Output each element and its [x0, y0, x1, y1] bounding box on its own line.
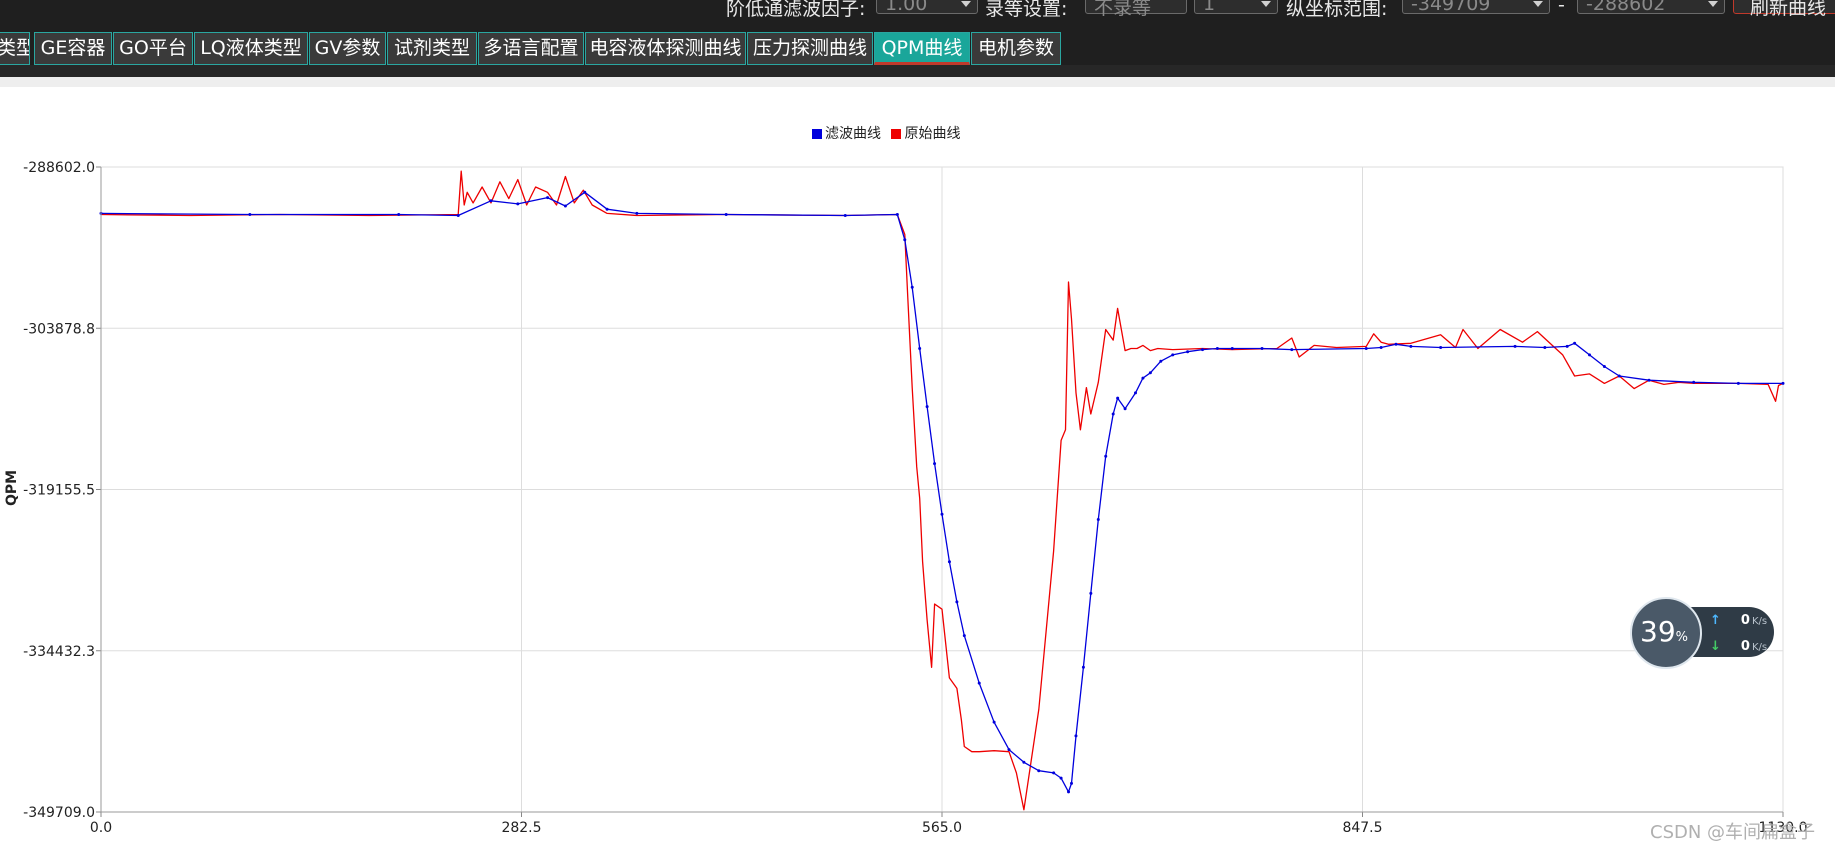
- y-tick-label: -334432.3: [23, 644, 95, 660]
- y-tick-label: -319155.5: [23, 483, 95, 499]
- y-tick-label: -303878.8: [23, 321, 95, 337]
- arrow-down-icon: ↓: [1710, 639, 1721, 654]
- data-point-filtered: [1260, 347, 1264, 351]
- download-speed: ↓ 0 K/s: [1710, 639, 1768, 654]
- network-speed-widget[interactable]: 39% ↑ 0 K/s ↓ 0 K/s: [1630, 597, 1780, 671]
- data-point-filtered: [955, 600, 959, 604]
- data-point-filtered: [1543, 345, 1547, 349]
- data-point-filtered: [1230, 347, 1234, 351]
- data-point-filtered: [563, 204, 567, 208]
- data-point-filtered: [1364, 347, 1368, 351]
- data-point-filtered: [1573, 341, 1577, 345]
- data-point-filtered: [1290, 348, 1294, 352]
- data-point-filtered: [1141, 376, 1145, 380]
- data-point-filtered: [1134, 391, 1138, 395]
- data-point-filtered: [1096, 518, 1100, 522]
- data-point-filtered: [516, 202, 520, 206]
- legend-swatch-raw: [891, 129, 902, 139]
- data-point-filtered: [1409, 344, 1413, 348]
- data-point-filtered: [546, 196, 550, 200]
- data-point-filtered: [635, 211, 639, 215]
- chart-ticks: 0.0 282.5 565.0 847.5 1130.0-288602.0-303878…: [23, 160, 1807, 836]
- data-point-filtered: [992, 720, 996, 724]
- data-point-filtered: [1052, 771, 1056, 775]
- data-point-filtered: [605, 207, 609, 211]
- arrow-up-icon: ↑: [1710, 613, 1721, 628]
- data-point-filtered: [583, 190, 587, 194]
- data-point-filtered: [962, 634, 966, 638]
- data-point-filtered: [1067, 790, 1071, 794]
- watermark: CSDN @车间扁盒子: [1650, 822, 1816, 843]
- y-tick-label: -349709.0: [23, 805, 95, 821]
- data-point-filtered: [1074, 734, 1078, 738]
- data-point-filtered: [1200, 348, 1204, 352]
- legend-item-filtered: 滤波曲线: [825, 126, 881, 142]
- data-point-filtered: [1186, 350, 1190, 354]
- data-point-filtered: [1617, 374, 1621, 378]
- data-point-filtered: [1602, 364, 1606, 368]
- data-point-filtered: [1215, 347, 1219, 351]
- data-point-filtered: [1089, 591, 1093, 595]
- data-point-filtered: [1104, 454, 1108, 458]
- data-point-filtered: [1587, 353, 1591, 357]
- data-point-filtered: [1159, 359, 1163, 363]
- data-point-filtered: [1081, 665, 1085, 669]
- upload-speed: ↑ 0 K/s: [1710, 613, 1768, 628]
- x-tick-label: 0.0: [90, 820, 112, 836]
- data-point-filtered: [1059, 776, 1063, 780]
- y-axis-label: QPM: [4, 469, 21, 507]
- data-point-filtered: [1736, 381, 1740, 385]
- legend-swatch-filtered: [812, 129, 822, 139]
- data-point-filtered: [1022, 760, 1026, 764]
- data-point-filtered: [1394, 342, 1398, 346]
- data-point-filtered: [925, 405, 929, 409]
- chart-legend: 滤波曲线 原始曲线: [812, 123, 960, 143]
- data-point-filtered: [940, 512, 944, 516]
- data-point-filtered: [1037, 769, 1041, 773]
- data-point-filtered: [903, 238, 907, 242]
- data-point-filtered: [1069, 781, 1073, 785]
- x-tick-label: 847.5: [1342, 820, 1382, 836]
- data-point-filtered: [1111, 412, 1115, 416]
- data-point-filtered: [1513, 344, 1517, 348]
- cpu-usage-percent: 39%: [1640, 615, 1688, 648]
- data-point-filtered: [895, 212, 899, 216]
- data-point-filtered: [910, 285, 914, 289]
- x-tick-label: 282.5: [501, 820, 541, 836]
- data-point-filtered: [1116, 396, 1120, 400]
- data-point-filtered: [1171, 353, 1175, 357]
- data-point-filtered: [1439, 345, 1443, 349]
- data-point-filtered: [933, 462, 937, 466]
- data-point-filtered: [397, 212, 401, 216]
- data-point-filtered: [724, 212, 728, 216]
- data-point-filtered: [1007, 748, 1011, 752]
- data-point-filtered: [456, 214, 460, 218]
- data-point-filtered: [1647, 378, 1651, 382]
- data-point-filtered: [248, 212, 252, 216]
- y-tick-label: -288602.0: [23, 160, 95, 176]
- data-point-filtered: [977, 681, 981, 685]
- data-point-filtered: [1692, 380, 1696, 384]
- data-point-filtered: [843, 214, 847, 218]
- legend-item-raw: 原始曲线: [904, 126, 961, 142]
- data-point-filtered: [918, 347, 922, 351]
- data-point-filtered: [489, 199, 493, 203]
- data-point-filtered: [1123, 407, 1127, 411]
- data-point-filtered: [947, 560, 951, 564]
- data-point-filtered: [1565, 344, 1569, 348]
- x-tick-label: 565.0: [922, 820, 962, 836]
- data-point-filtered: [1379, 345, 1383, 349]
- data-point-filtered: [1148, 371, 1152, 375]
- chart-grid: [100, 166, 1784, 813]
- data-point-filtered: [1781, 381, 1785, 385]
